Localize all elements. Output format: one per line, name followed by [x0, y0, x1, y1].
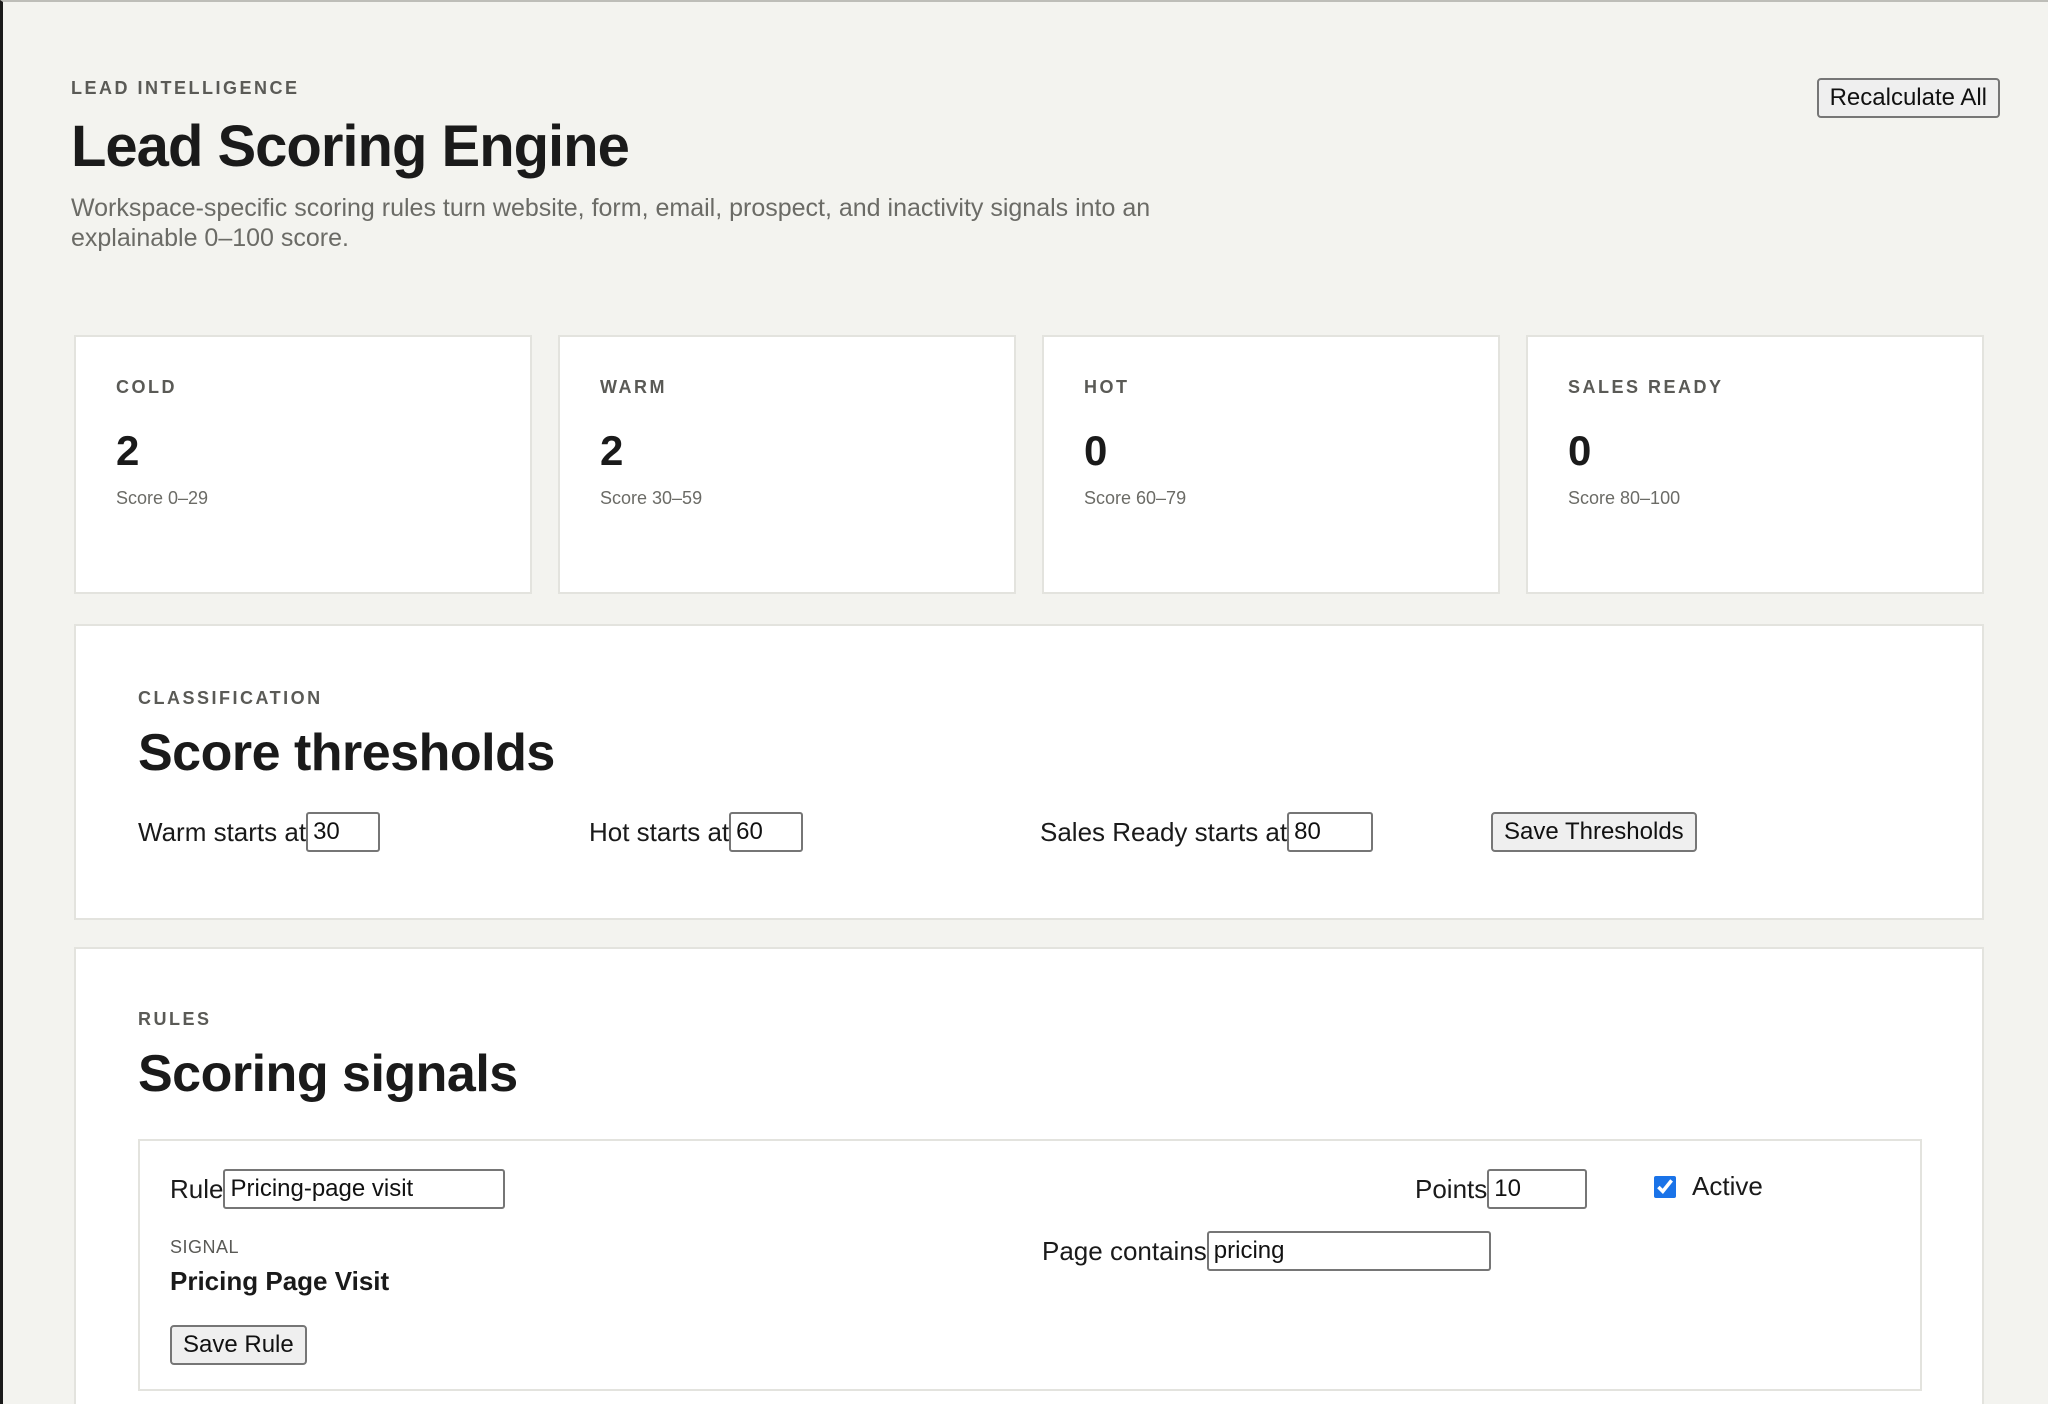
hot-threshold-field: Hot starts at [589, 812, 804, 853]
rule-points-label: Points [1415, 1173, 1488, 1204]
tier-count: 2 [600, 427, 624, 474]
rule-card: Rule Points Active SIGNAL Pricing Page V… [138, 1139, 1922, 1392]
thresholds-panel: CLASSIFICATION Score thresholds Warm sta… [74, 624, 1984, 920]
tier-label: WARM [600, 377, 667, 397]
warm-threshold-field: Warm starts at [138, 812, 381, 853]
tier-range: Score 30–59 [600, 488, 703, 509]
page-header: LEAD INTELLIGENCE Lead Scoring Engine Wo… [71, 78, 2011, 253]
rule-condition-input[interactable] [1206, 1231, 1491, 1272]
sales-ready-threshold-field: Sales Ready starts at [1040, 812, 1374, 853]
save-thresholds-field: Save Thresholds [1491, 812, 1697, 853]
tier-card-sales-ready: SALES READY 0 Score 80–100 [1526, 335, 1984, 594]
page-subtitle: Workspace-specific scoring rules turn we… [71, 193, 1151, 252]
page-kicker: LEAD INTELLIGENCE [71, 78, 300, 98]
rule-active-field: Active [1654, 1171, 1763, 1202]
signal-value: Pricing Page Visit [170, 1266, 390, 1297]
rule-points-field: Points [1415, 1169, 1588, 1210]
sales-ready-threshold-label: Sales Ready starts at [1040, 816, 1288, 847]
rule-points-input[interactable] [1487, 1169, 1588, 1210]
rules-panel: RULES Scoring signals Rule Points Active… [74, 947, 1984, 1404]
rule-signal: SIGNAL Pricing Page Visit [170, 1237, 389, 1297]
rule-name-input[interactable] [223, 1169, 506, 1210]
threshold-form: Warm starts at Hot starts at Sales Ready… [138, 812, 1920, 856]
section-kicker: CLASSIFICATION [138, 688, 323, 708]
section-kicker: RULES [138, 1009, 212, 1029]
save-thresholds-button[interactable]: Save Thresholds [1491, 812, 1697, 853]
rule-active-label: Active [1692, 1171, 1763, 1202]
save-rule-field: Save Rule [170, 1325, 307, 1366]
tier-count: 0 [1568, 427, 1592, 474]
rule-condition-label: Page contains [1042, 1235, 1207, 1266]
tier-label: HOT [1084, 377, 1130, 397]
hot-threshold-label: Hot starts at [589, 816, 730, 847]
warm-threshold-label: Warm starts at [138, 816, 307, 847]
tier-card-warm: WARM 2 Score 30–59 [558, 335, 1016, 594]
tier-label: SALES READY [1568, 377, 1724, 397]
page-title: Lead Scoring Engine [71, 114, 630, 179]
section-title: Scoring signals [138, 1045, 518, 1103]
rule-name-field: Rule [170, 1169, 506, 1210]
warm-threshold-input[interactable] [306, 812, 381, 853]
tier-card-hot: HOT 0 Score 60–79 [1042, 335, 1500, 594]
tier-label: COLD [116, 377, 177, 397]
lead-scoring-page: LEAD INTELLIGENCE Lead Scoring Engine Wo… [0, 0, 2048, 1404]
tier-card-cold: COLD 2 Score 0–29 [74, 335, 532, 594]
tier-range: Score 80–100 [1568, 488, 1681, 509]
tier-range: Score 0–29 [116, 488, 209, 509]
save-rule-button[interactable]: Save Rule [170, 1325, 307, 1366]
signal-label: SIGNAL [170, 1237, 240, 1258]
tier-range: Score 60–79 [1084, 488, 1187, 509]
hot-threshold-input[interactable] [729, 812, 804, 853]
score-tier-cards: COLD 2 Score 0–29 WARM 2 Score 30–59 HOT… [74, 335, 1984, 594]
section-title: Score thresholds [138, 724, 555, 782]
sales-ready-threshold-input[interactable] [1287, 812, 1374, 853]
rule-active-checkbox[interactable] [1654, 1175, 1676, 1198]
recalculate-all-button[interactable]: Recalculate All [1816, 78, 2000, 118]
tier-count: 2 [116, 427, 140, 474]
rule-condition-field: Page contains [1042, 1231, 1491, 1272]
tier-count: 0 [1084, 427, 1108, 474]
rule-name-label: Rule [170, 1173, 224, 1204]
